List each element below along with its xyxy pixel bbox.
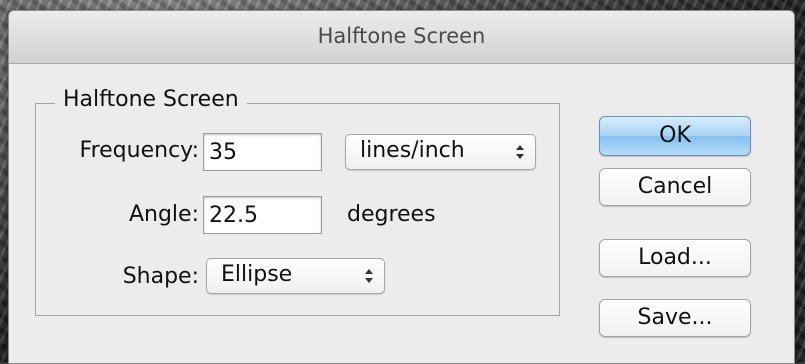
frequency-unit-select[interactable]: lines/inch xyxy=(345,134,536,170)
shape-select[interactable]: Ellipse xyxy=(206,258,385,294)
frequency-unit-value: lines/inch xyxy=(360,138,465,163)
up-down-arrows-icon xyxy=(516,145,524,159)
angle-unit-label: degrees xyxy=(347,202,436,227)
angle-input[interactable] xyxy=(203,196,322,234)
dialog-title: Halftone Screen xyxy=(317,24,486,48)
cancel-button[interactable]: Cancel xyxy=(599,168,751,206)
frequency-label: Frequency: xyxy=(79,138,199,163)
title-bar[interactable]: Halftone Screen xyxy=(9,11,794,64)
save-button[interactable]: Save... xyxy=(599,299,751,337)
group-legend: Halftone Screen xyxy=(55,87,247,112)
shape-value: Ellipse xyxy=(221,262,293,287)
up-down-arrows-icon xyxy=(365,269,373,283)
frequency-input[interactable] xyxy=(203,133,322,171)
halftone-screen-dialog: Halftone Screen Halftone Screen Frequenc… xyxy=(8,10,795,364)
shape-label: Shape: xyxy=(122,264,199,289)
angle-label: Angle: xyxy=(128,202,199,227)
load-button[interactable]: Load... xyxy=(599,239,751,277)
ok-button[interactable]: OK xyxy=(599,116,751,156)
